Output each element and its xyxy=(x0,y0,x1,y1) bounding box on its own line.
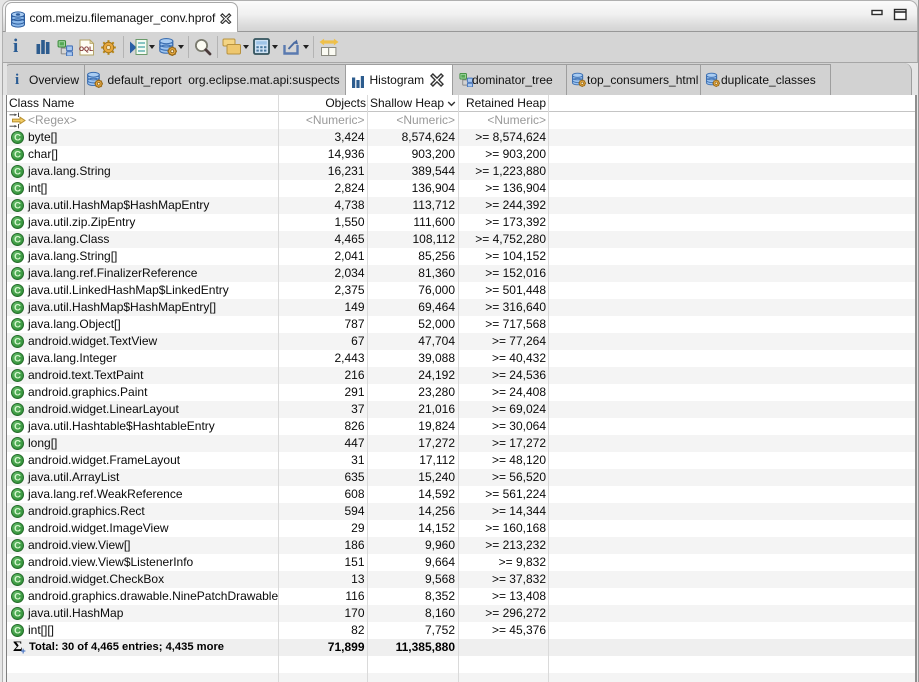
svg-text:OQL: OQL xyxy=(79,46,93,53)
